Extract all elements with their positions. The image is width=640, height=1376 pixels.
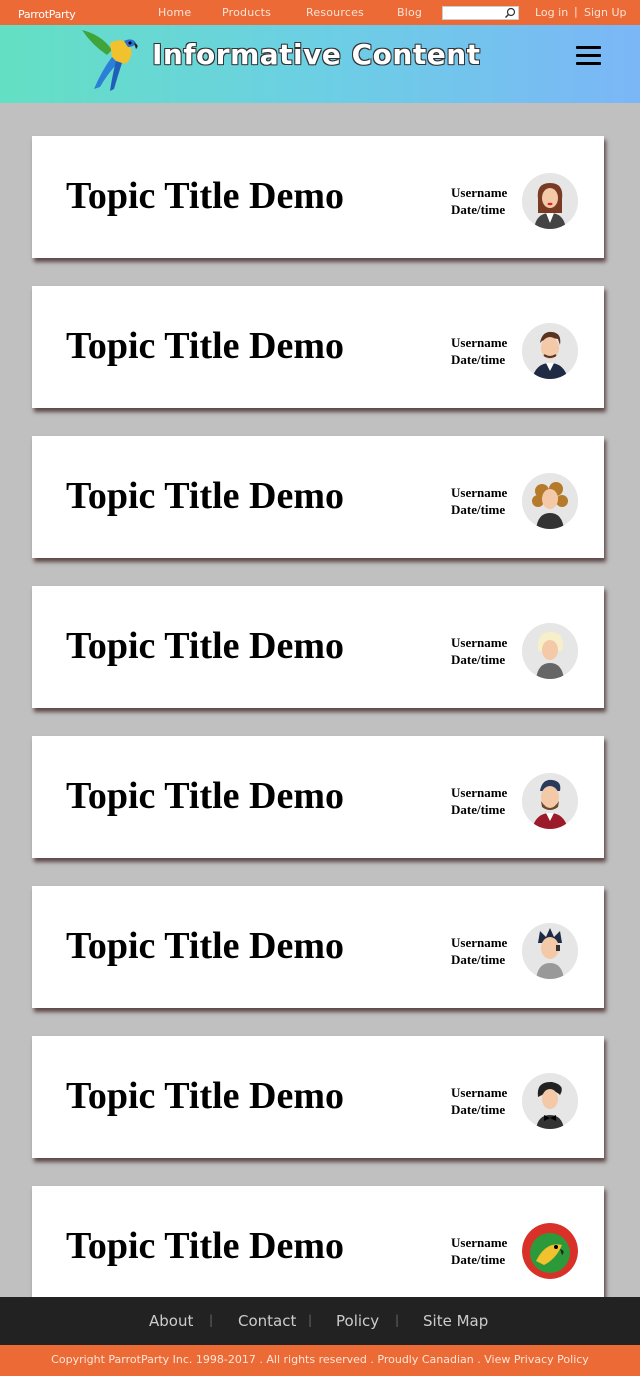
topic-username[interactable]: Username [451, 484, 507, 501]
footer-divider: | [395, 1313, 400, 1327]
nav-blog[interactable]: Blog [397, 6, 422, 19]
topic-title[interactable]: Topic Title Demo [66, 1074, 344, 1118]
topic-username[interactable]: Username [451, 334, 507, 351]
nav-products[interactable]: Products [222, 6, 271, 19]
topic-card[interactable]: Topic Title Demo Username Date/time [32, 1186, 604, 1308]
topic-title[interactable]: Topic Title Demo [66, 324, 344, 368]
topic-username[interactable]: Username [451, 634, 507, 651]
topic-card[interactable]: Topic Title Demo Username Date/time [32, 286, 604, 408]
topic-card[interactable]: Topic Title Demo Username Date/time [32, 1036, 604, 1158]
topic-title[interactable]: Topic Title Demo [66, 174, 344, 218]
topic-meta: Username Date/time [451, 484, 507, 518]
footer-divider: | [209, 1313, 214, 1327]
site-header: Informative Content [0, 25, 640, 103]
login-link[interactable]: Log in [535, 6, 568, 19]
woman-blonde-avatar[interactable] [522, 623, 578, 679]
search-input[interactable] [442, 6, 519, 20]
woman-curly-hair-avatar[interactable] [522, 473, 578, 529]
topic-meta: Username Date/time [451, 784, 507, 818]
copyright-bar: Copyright ParrotParty Inc. 1998-2017 . A… [0, 1345, 640, 1376]
topic-card[interactable]: Topic Title Demo Username Date/time [32, 136, 604, 258]
topic-datetime: Date/time [451, 952, 506, 967]
signup-link[interactable]: Sign Up [584, 6, 627, 19]
man-suit-avatar[interactable] [522, 323, 578, 379]
footer-policy-link[interactable]: Policy [336, 1312, 379, 1330]
footer-divider: | [308, 1313, 313, 1327]
parrot-avatar[interactable] [522, 1223, 578, 1279]
hamburger-menu-icon[interactable] [576, 46, 602, 68]
topic-datetime: Date/time [451, 802, 506, 817]
auth-divider: | [574, 5, 578, 18]
topic-username[interactable]: Username [451, 184, 507, 201]
topic-username[interactable]: Username [451, 1084, 507, 1101]
footer-sitemap-link[interactable]: Site Map [423, 1312, 488, 1330]
topic-meta: Username Date/time [451, 334, 507, 368]
topic-meta: Username Date/time [451, 1084, 507, 1118]
topic-datetime: Date/time [451, 502, 506, 517]
topic-datetime: Date/time [451, 1102, 506, 1117]
topic-title[interactable]: Topic Title Demo [66, 474, 344, 518]
man-spiky-hair-avatar[interactable] [522, 923, 578, 979]
topic-meta: Username Date/time [451, 934, 507, 968]
top-bar: ParrotParty Home Products Resources Blog… [0, 0, 640, 25]
search-icon[interactable] [504, 7, 516, 19]
topic-datetime: Date/time [451, 202, 506, 217]
topic-meta: Username Date/time [451, 634, 507, 668]
woman-bowtie-avatar[interactable] [522, 1073, 578, 1129]
copyright-text: Copyright ParrotParty Inc. 1998-2017 . A… [51, 1353, 589, 1366]
topic-title[interactable]: Topic Title Demo [66, 924, 344, 968]
logo[interactable]: ParrotParty [18, 8, 76, 21]
topic-datetime: Date/time [451, 352, 506, 367]
man-beard-avatar[interactable] [522, 773, 578, 829]
topic-card[interactable]: Topic Title Demo Username Date/time [32, 736, 604, 858]
topic-username[interactable]: Username [451, 934, 507, 951]
footer-contact-link[interactable]: Contact [238, 1312, 296, 1330]
topic-meta: Username Date/time [451, 1234, 507, 1268]
topic-datetime: Date/time [451, 652, 506, 667]
parrot-logo-icon [82, 30, 138, 91]
topic-card[interactable]: Topic Title Demo Username Date/time [32, 886, 604, 1008]
topic-title[interactable]: Topic Title Demo [66, 1224, 344, 1268]
topic-card[interactable]: Topic Title Demo Username Date/time [32, 436, 604, 558]
woman-brown-hair-avatar[interactable] [522, 173, 578, 229]
nav-resources[interactable]: Resources [306, 6, 364, 19]
topic-username[interactable]: Username [451, 1234, 507, 1251]
topic-card[interactable]: Topic Title Demo Username Date/time [32, 586, 604, 708]
topic-datetime: Date/time [451, 1252, 506, 1267]
footer-about-link[interactable]: About [149, 1312, 193, 1330]
topic-meta: Username Date/time [451, 184, 507, 218]
nav-home[interactable]: Home [158, 6, 191, 19]
topic-username[interactable]: Username [451, 784, 507, 801]
footer-nav: About | Contact | Policy | Site Map [0, 1297, 640, 1345]
topic-title[interactable]: Topic Title Demo [66, 624, 344, 668]
page-title: Informative Content [152, 38, 481, 71]
topic-title[interactable]: Topic Title Demo [66, 774, 344, 818]
